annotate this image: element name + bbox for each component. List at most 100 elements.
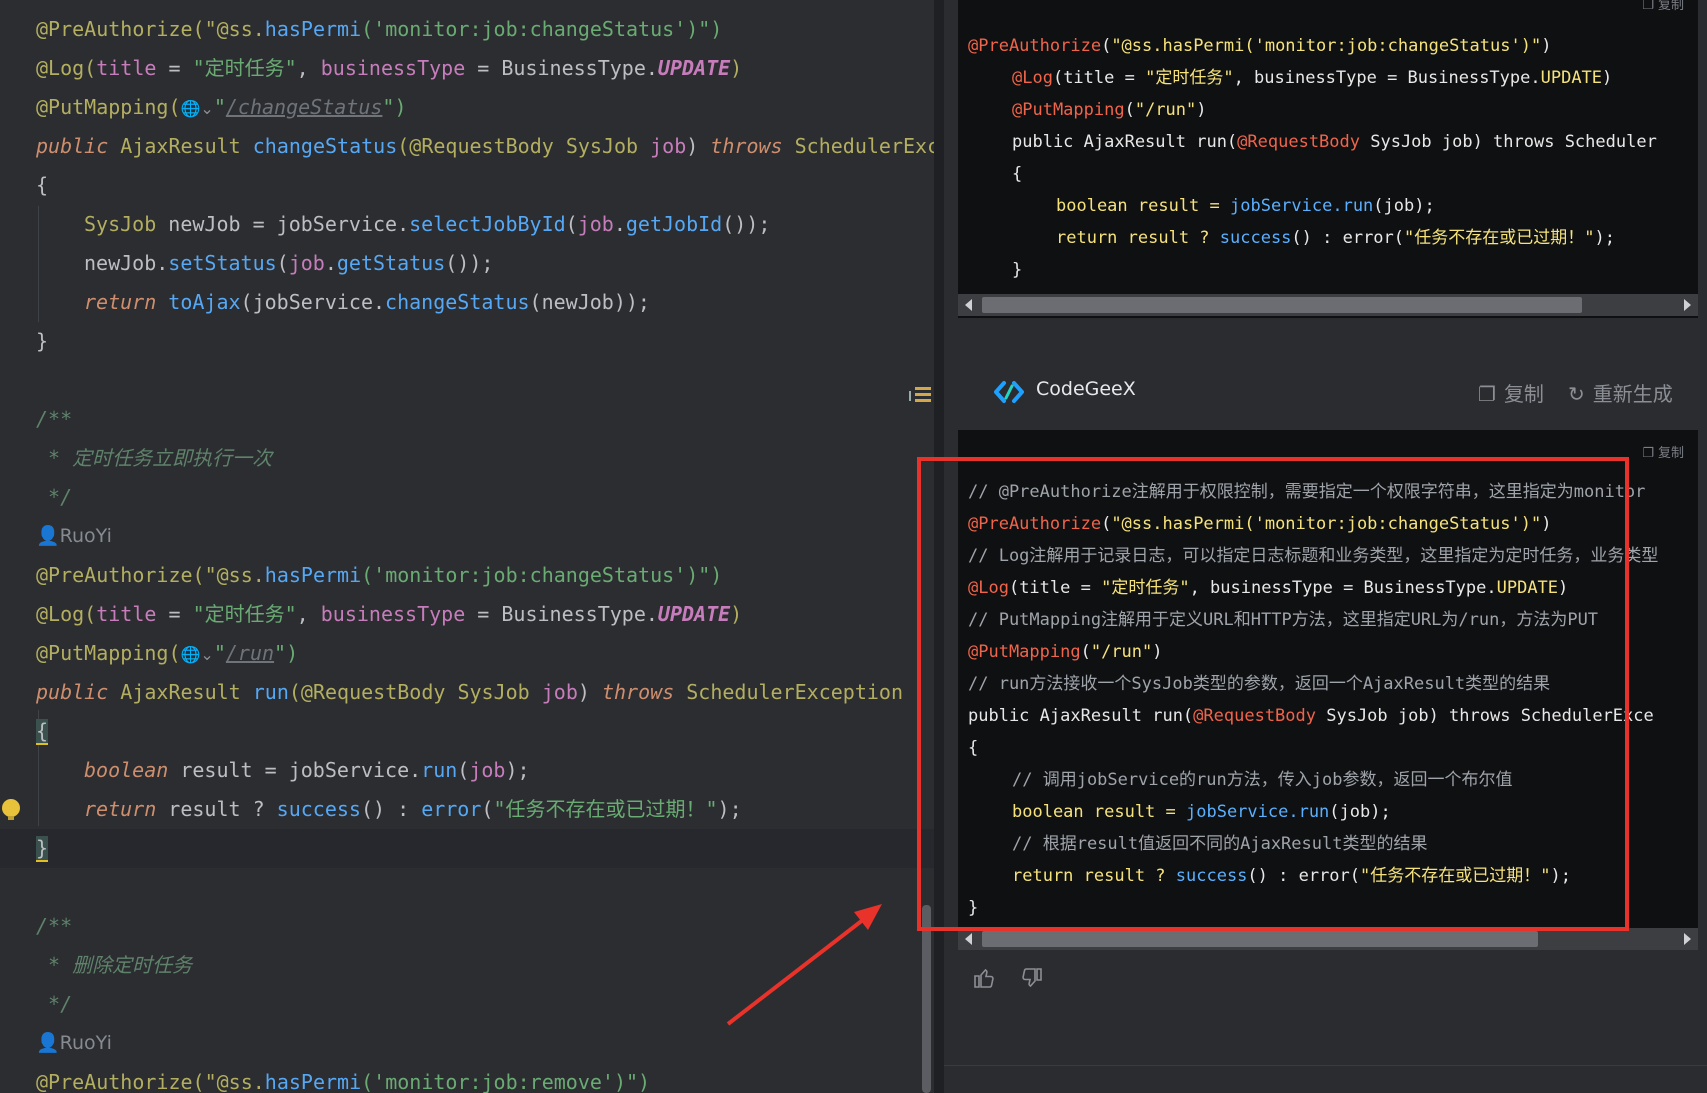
horizontal-scrollbar[interactable] [958,928,1698,950]
code-line[interactable]: @PutMapping(🌐⌄"/run") [0,634,934,673]
string-literal: "定时任务" [192,56,297,80]
type-name: SchedulerExc [794,134,934,158]
punct: ); [1594,228,1615,248]
globe-icon[interactable]: 🌐⌄ [181,99,214,118]
annotation: @PreAuthorize("@ss. [36,563,265,587]
enum-constant: UPDATE [657,602,731,626]
code-text: (title = [1052,68,1146,88]
code-line: public AjaxResult run(@RequestBody SysJo… [968,700,1654,732]
copy-icon: ❐ [1642,0,1658,13]
code-editor[interactable]: @PreAuthorize("@ss.hasPermi('monitor:job… [0,0,934,1093]
code-line[interactable]: SysJob newJob = jobService.selectJobById… [0,205,934,244]
code-block-answer[interactable]: ❐ 复制 // @PreAuthorize注解用于权限控制，需要指定一个权限字符… [958,430,1698,950]
codegeex-logo-icon [994,381,1024,403]
code-line[interactable]: return result ? success() : error("任务不存在… [0,790,934,829]
panel-divider[interactable] [934,0,944,1093]
author-hint[interactable]: 👤RuoYi [0,517,934,556]
punct: , [296,56,321,80]
string-literal: "任务不存在或已过期！" [1404,228,1595,248]
keyword: return [84,290,169,314]
scroll-thumb[interactable] [982,931,1538,947]
user-icon: 👤 [36,525,60,547]
globe-icon[interactable]: 🌐⌄ [181,645,214,664]
annotation: @PutMapping [1012,100,1125,120]
copy-code-button[interactable]: ❐ 复制 [1642,0,1684,13]
code-block-previous[interactable]: ❐ 复制 @PreAuthorize("@ss.hasPermi('monito… [958,0,1698,318]
copy-button[interactable]: ❐ 复制 [1478,378,1544,407]
code-text: newJob. [84,251,169,275]
regenerate-button[interactable]: ↻ 重新生成 [1568,378,1673,407]
code-line[interactable]: { [0,166,934,205]
punct: ) [686,134,711,158]
punct: ) [1152,642,1163,662]
code-line[interactable]: @Log(title = "定时任务", businessType = Busi… [0,595,934,634]
method-name: hasPermi [264,1070,362,1093]
type-name: AjaxResult [120,134,253,158]
string-literal: "任务不存在或已过期！" [1360,866,1551,886]
scroll-thumb[interactable] [982,297,1582,313]
string-literal: ") [274,641,299,665]
matched-brace: { [36,719,49,745]
param-name: job [577,212,614,236]
punct: ()); [722,212,771,236]
code-line[interactable]: */ [0,478,934,517]
code-text: () : error( [1247,866,1361,886]
method-name: run [421,758,458,782]
code-line[interactable]: newJob.setStatus(job.getStatus()); [0,244,934,283]
code-line: return result ? success() : error("任务不存在… [1056,222,1615,254]
code-line[interactable]: * 删除定时任务 [0,946,934,985]
url-link[interactable]: /changeStatus [226,95,383,119]
copy-code-button[interactable]: ❐ 复制 [1642,442,1684,461]
code-line[interactable]: } [0,322,934,361]
code-line[interactable]: * 定时任务立即执行一次 [0,439,934,478]
author-hint[interactable]: 👤RuoYi [0,1024,934,1063]
code-line[interactable]: public AjaxResult run(@RequestBody SysJo… [0,673,934,712]
enum-constant: UPDATE [1496,578,1559,598]
current-line[interactable]: } [0,829,934,868]
method-name: selectJobById [409,212,566,236]
method-name: hasPermi [264,17,362,41]
scroll-right-icon[interactable] [1684,933,1691,945]
keyword: boolean [84,758,181,782]
code-line[interactable]: { [0,712,934,751]
code-line[interactable]: public AjaxResult changeStatus(@RequestB… [0,127,934,166]
method-name: toAjax [168,290,241,314]
code-line[interactable]: @Log(title = "定时任务", businessType = Busi… [0,49,934,88]
thumbs-up-icon[interactable] [972,966,996,996]
param-name: title [96,56,157,80]
code-line[interactable]: return toAjax(jobService.changeStatus(ne… [0,283,934,322]
horizontal-scrollbar[interactable] [958,294,1698,316]
codegeex-panel: ❐ 复制 @PreAuthorize("@ss.hasPermi('monito… [934,0,1707,1093]
method-name: getStatus [336,251,446,275]
code-line[interactable]: boolean result = jobService.run(job); [0,751,934,790]
author-name: RuoYi [59,1032,112,1054]
string-literal: "/run" [1134,100,1197,120]
code-line[interactable]: @PreAuthorize("@ss.hasPermi('monitor:job… [0,10,934,49]
comment-line: // PutMapping注解用于定义URL和HTTP方法，这里指定URL为/r… [968,610,1599,630]
scroll-right-icon[interactable] [1684,299,1691,311]
code-line[interactable]: */ [0,985,934,1024]
punct: ); [505,758,530,782]
comment: /** [36,914,73,938]
string-literal: "/run" [1090,642,1153,662]
annotation: @PreAuthorize("@ss. [36,17,265,41]
param-name: job [650,134,687,158]
code-text: boolean result = [1056,196,1230,216]
code-line[interactable]: /** [0,400,934,439]
punct: ( [276,251,289,275]
code-text: SysJob job) throws SchedulerExce [1316,706,1654,726]
string-literal: "定时任务" [1101,578,1190,598]
code-line[interactable]: @PutMapping(🌐⌄"/changeStatus") [0,88,934,127]
code-line[interactable]: @PreAuthorize("@ss.hasPermi('monitor:job… [0,556,934,595]
editor-scrollbar[interactable] [922,905,931,1093]
string-literal: "定时任务" [192,602,297,626]
punct: ); [717,797,742,821]
scroll-left-icon[interactable] [965,299,972,311]
code-line[interactable]: /** [0,907,934,946]
scroll-left-icon[interactable] [965,933,972,945]
thumbs-down-icon[interactable] [1020,966,1044,996]
code-line[interactable]: @PreAuthorize("@ss.hasPermi('monitor:job… [0,1063,934,1093]
brand-name: CodeGeeX [1036,378,1136,400]
punct: ()); [445,251,494,275]
url-link[interactable]: /run [226,641,274,665]
